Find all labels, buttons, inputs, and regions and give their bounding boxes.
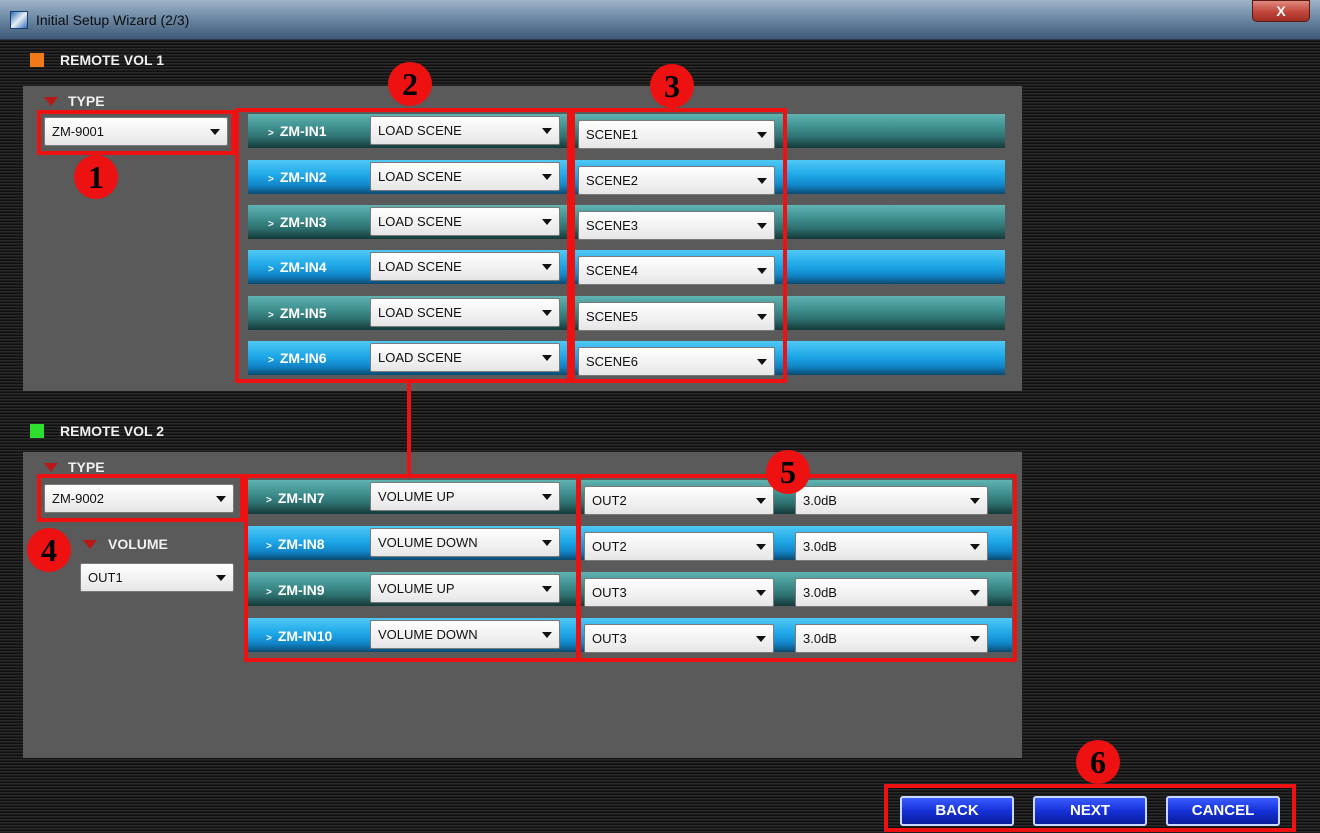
callout-badge-6: 6 <box>1076 740 1120 784</box>
callout-box-1 <box>37 110 235 155</box>
callout-box-2 <box>235 108 571 383</box>
triangle-down-icon[interactable] <box>44 463 58 472</box>
title-bar: Initial Setup Wizard (2/3) X <box>0 0 1320 40</box>
chevron-down-icon <box>216 575 226 581</box>
callout-box-5 <box>577 474 1017 662</box>
callout-badge-3: 3 <box>650 64 694 108</box>
back-button[interactable]: BACK <box>900 796 1014 826</box>
volume-output-select[interactable]: OUT1 <box>80 563 234 592</box>
remote-vol-2-heading: REMOTE VOL 2 <box>30 423 164 439</box>
cancel-button[interactable]: CANCEL <box>1166 796 1280 826</box>
type-label-1: TYPE <box>68 93 105 109</box>
callout-box-3 <box>571 108 787 383</box>
callout-badge-2: 2 <box>388 62 432 106</box>
remote-vol-2-title: REMOTE VOL 2 <box>60 423 164 439</box>
wizard-window: Initial Setup Wizard (2/3) X REMOTE VOL … <box>0 0 1320 833</box>
callout-connector <box>407 383 411 476</box>
triangle-down-icon[interactable] <box>83 540 97 549</box>
callout-box-2b <box>244 474 580 662</box>
callout-badge-4: 4 <box>27 528 71 572</box>
callout-box-4 <box>37 474 244 522</box>
green-marker-icon <box>30 424 44 438</box>
volume-label: VOLUME <box>108 536 168 552</box>
type-label-2: TYPE <box>68 459 105 475</box>
callout-badge-1: 1 <box>74 155 118 199</box>
callout-badge-5: 5 <box>766 450 810 494</box>
app-logo-icon <box>10 11 28 29</box>
remote-vol-1-heading: REMOTE VOL 1 <box>30 52 164 68</box>
next-button[interactable]: NEXT <box>1033 796 1147 826</box>
orange-marker-icon <box>30 53 44 67</box>
window-title: Initial Setup Wizard (2/3) <box>36 12 190 28</box>
volume-output-value: OUT1 <box>88 570 123 585</box>
close-button[interactable]: X <box>1252 0 1310 22</box>
remote-vol-1-title: REMOTE VOL 1 <box>60 52 164 68</box>
triangle-down-icon[interactable] <box>44 97 58 106</box>
